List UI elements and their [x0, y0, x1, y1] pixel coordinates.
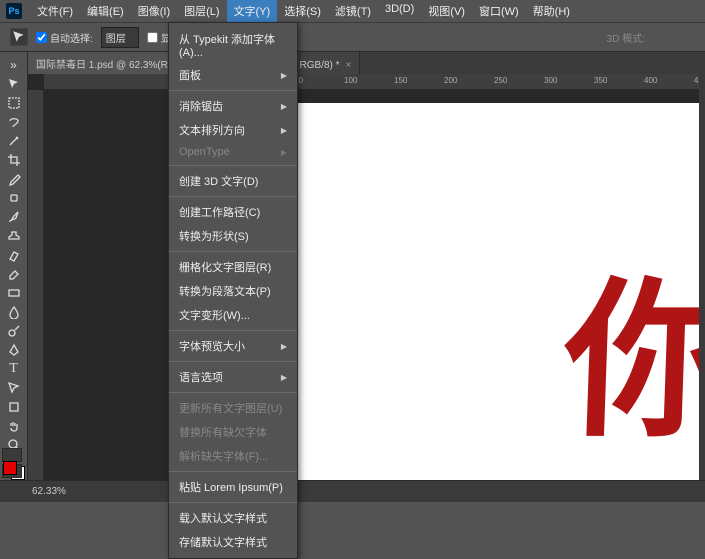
eyedropper-tool[interactable] — [3, 170, 25, 187]
path-tool[interactable] — [3, 379, 25, 396]
menu-文件[interactable]: 文件(F) — [30, 0, 80, 23]
type-tool[interactable]: T — [3, 360, 25, 377]
menu-图层[interactable]: 图层(L) — [177, 0, 226, 23]
submenu-arrow-icon: ▶ — [281, 102, 287, 111]
separator — [169, 471, 297, 472]
tools-panel: » T — [0, 52, 28, 480]
menu-item[interactable]: 创建工作路径(C) — [169, 200, 297, 224]
auto-select-check[interactable]: 自动选择: — [36, 30, 93, 45]
separator — [169, 502, 297, 503]
dodge-tool[interactable] — [3, 322, 25, 339]
ruler-tick: 250 — [494, 76, 507, 85]
separator — [169, 330, 297, 331]
separator — [169, 196, 297, 197]
ruler-horizontal: 050100150200250300350400450500550600650 — [44, 74, 705, 90]
pen-tool[interactable] — [3, 341, 25, 358]
ps-logo: Ps — [6, 3, 22, 19]
canvas-text: 你 — [561, 223, 705, 469]
stamp-tool[interactable] — [3, 227, 25, 244]
separator — [169, 392, 297, 393]
brush-tool[interactable] — [3, 208, 25, 225]
wand-tool[interactable] — [3, 132, 25, 149]
hand-tool[interactable] — [3, 417, 25, 434]
move-tool-icon[interactable] — [10, 28, 28, 46]
menu-item[interactable]: 载入默认文字样式 — [169, 506, 297, 530]
menu-item[interactable]: 创建 3D 文字(D) — [169, 169, 297, 193]
menu-item[interactable]: 栅格化文字图层(R) — [169, 255, 297, 279]
menu-文字[interactable]: 文字(Y) — [227, 0, 278, 23]
zoom-level[interactable]: 62.33% — [32, 486, 66, 497]
move-tool[interactable] — [3, 75, 25, 92]
gradient-tool[interactable] — [3, 284, 25, 301]
menu-item[interactable]: 文本排列方向▶ — [169, 118, 297, 142]
separator — [169, 165, 297, 166]
menu-窗口[interactable]: 窗口(W) — [472, 0, 526, 23]
submenu-arrow-icon: ▶ — [281, 71, 287, 80]
ruler-vertical — [28, 90, 44, 480]
menu-item[interactable]: 语言选项▶ — [169, 365, 297, 389]
eraser-tool[interactable] — [3, 265, 25, 282]
right-panel-edge — [699, 52, 705, 480]
options-bar: 自动选择: 图层 显 3D 模式: — [0, 22, 705, 52]
menu-item: 解析缺失字体(F)... — [169, 444, 297, 468]
menu-帮助[interactable]: 帮助(H) — [526, 0, 577, 23]
menu-item[interactable]: 存储默认文字样式 — [169, 530, 297, 554]
separator — [169, 90, 297, 91]
menu-选择[interactable]: 选择(S) — [277, 0, 328, 23]
foreground-color[interactable] — [3, 461, 17, 475]
menu-item[interactable]: 文字变形(W)... — [169, 303, 297, 327]
menu-item: OpenType▶ — [169, 142, 297, 162]
menu-编辑[interactable]: 编辑(E) — [80, 0, 131, 23]
status-bar: 62.33% — [0, 480, 705, 502]
crop-tool[interactable] — [3, 151, 25, 168]
heal-tool[interactable] — [3, 189, 25, 206]
layer-select[interactable]: 图层 — [101, 27, 139, 48]
menu-滤镜[interactable]: 滤镜(T) — [328, 0, 378, 23]
menu-item[interactable]: 字体预览大小▶ — [169, 334, 297, 358]
shape-tool[interactable] — [3, 398, 25, 415]
ruler-tick: 100 — [344, 76, 357, 85]
close-icon[interactable]: × — [346, 60, 352, 71]
submenu-arrow-icon: ▶ — [281, 126, 287, 135]
menubar: Ps 文件(F)编辑(E)图像(I)图层(L)文字(Y)选择(S)滤镜(T)3D… — [0, 0, 705, 22]
menu-图像[interactable]: 图像(I) — [131, 0, 177, 23]
document-tabs: 国际禁毒日 1.psd @ 62.3%(RGB/8)× ...就 不辜负时间, … — [0, 52, 705, 74]
lasso-tool[interactable] — [3, 113, 25, 130]
history-brush-tool[interactable] — [3, 246, 25, 263]
submenu-arrow-icon: ▶ — [281, 342, 287, 351]
menu-item: 替换所有缺欠字体 — [169, 420, 297, 444]
blur-tool[interactable] — [3, 303, 25, 320]
separator — [169, 361, 297, 362]
menu-item[interactable]: 粘贴 Lorem Ipsum(P) — [169, 475, 297, 499]
ruler-tick: 200 — [444, 76, 457, 85]
menu-item[interactable]: 转换为形状(S) — [169, 224, 297, 248]
ruler-tick: 150 — [394, 76, 407, 85]
menu-item[interactable]: 从 Typekit 添加字体(A)... — [169, 27, 297, 63]
tab-toggle-icon[interactable]: » — [3, 56, 25, 73]
menu-item: 更新所有文字图层(U) — [169, 396, 297, 420]
menu-item[interactable]: 消除锯齿▶ — [169, 94, 297, 118]
ruler-tick: 350 — [594, 76, 607, 85]
minitab[interactable] — [2, 448, 22, 462]
type-menu-dropdown: 从 Typekit 添加字体(A)...面板▶ 消除锯齿▶文本排列方向▶OpenT… — [168, 22, 298, 559]
canvas[interactable]: 你 — [246, 103, 705, 502]
menu-视图[interactable]: 视图(V) — [421, 0, 472, 23]
marquee-tool[interactable] — [3, 94, 25, 111]
ruler-tick: 400 — [644, 76, 657, 85]
mode-3d-label: 3D 模式: — [607, 30, 645, 45]
separator — [169, 251, 297, 252]
menu-3D[interactable]: 3D(D) — [378, 0, 421, 23]
ruler-tick: 300 — [544, 76, 557, 85]
submenu-arrow-icon: ▶ — [281, 373, 287, 382]
submenu-arrow-icon: ▶ — [281, 148, 287, 157]
menu-item[interactable]: 转换为段落文本(P) — [169, 279, 297, 303]
menu-item[interactable]: 面板▶ — [169, 63, 297, 87]
